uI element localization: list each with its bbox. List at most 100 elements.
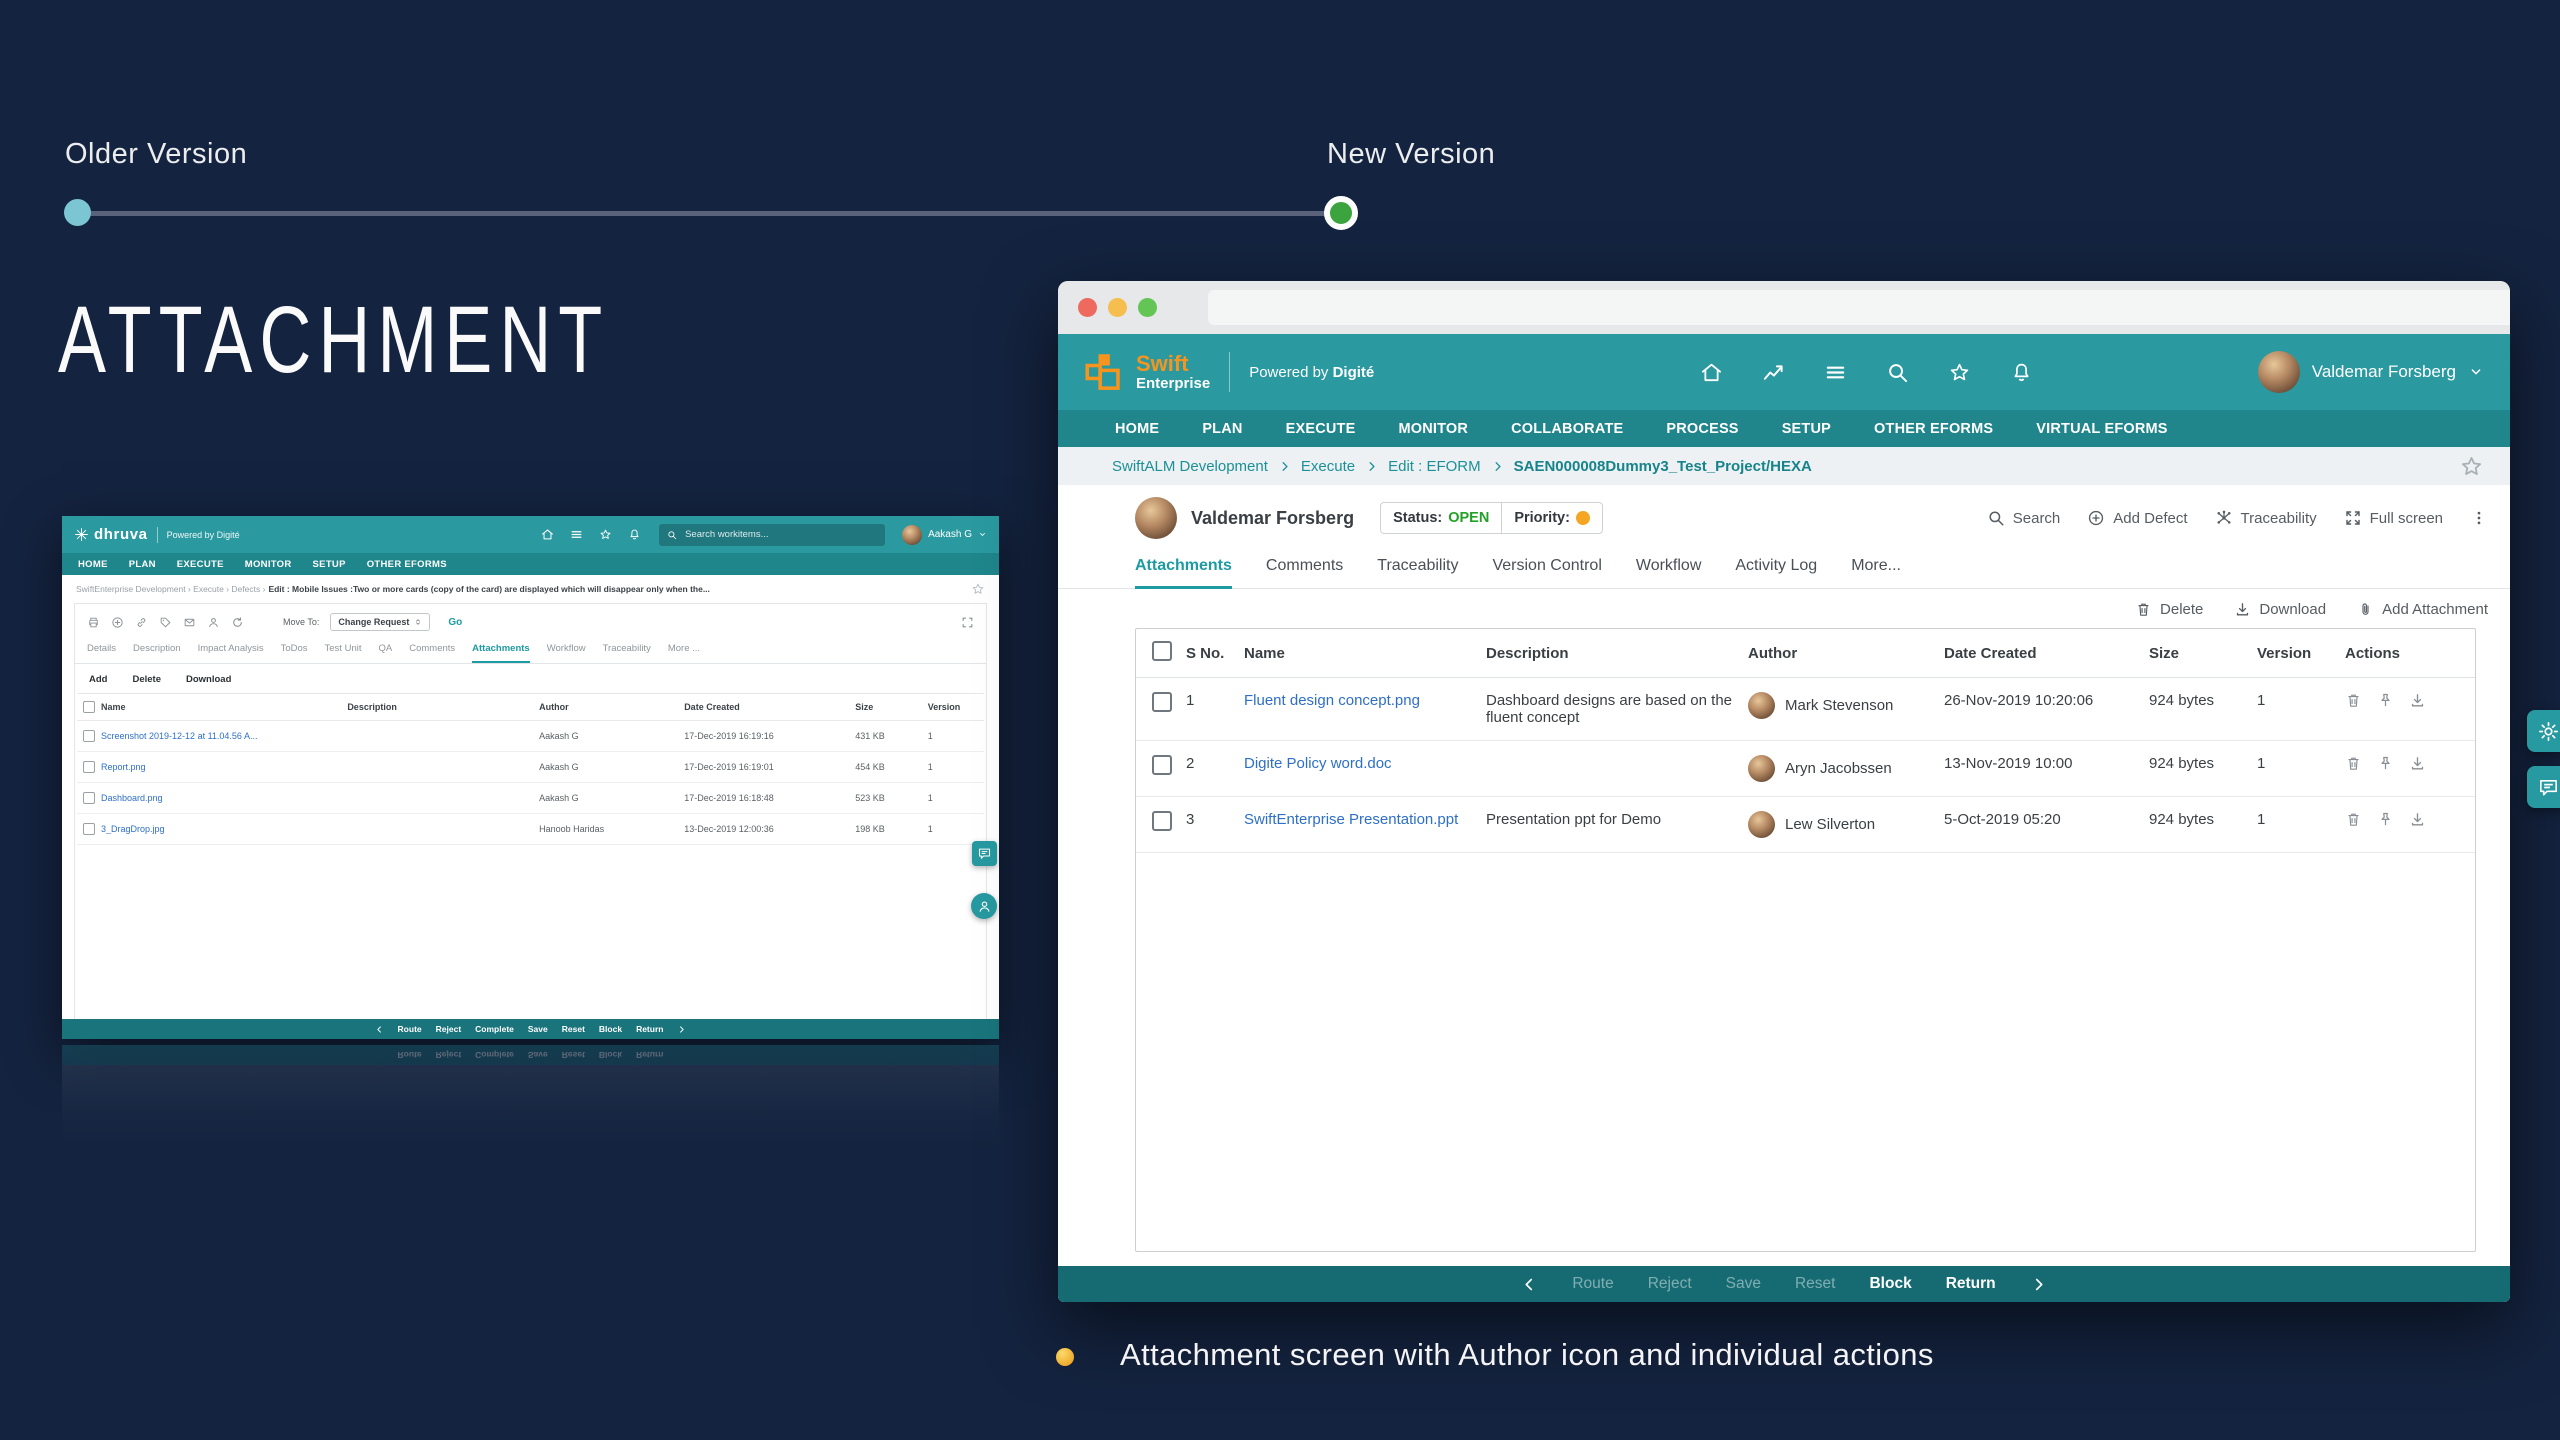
old-nav-execute[interactable]: EXECUTE (177, 559, 224, 570)
print-icon[interactable] (87, 616, 100, 629)
row-checkbox[interactable] (1152, 755, 1172, 775)
minimize-window-button[interactable] (1108, 298, 1127, 317)
tag-icon[interactable] (159, 616, 172, 629)
save-button[interactable]: Save (1726, 1275, 1761, 1293)
nav-other-eforms[interactable]: OTHER EFORMS (1874, 421, 1993, 437)
old-nav-monitor[interactable]: MONITOR (245, 559, 292, 570)
full-screen-button[interactable]: Full screen (2344, 509, 2443, 527)
download-button[interactable]: Download (2234, 601, 2326, 618)
go-button[interactable]: Go (448, 617, 462, 628)
row-checkbox[interactable] (83, 792, 95, 804)
nav-process[interactable]: PROCESS (1666, 421, 1738, 437)
chevron-left-icon[interactable] (1521, 1276, 1538, 1293)
feedback-chat-button[interactable] (972, 841, 997, 866)
delete-attachment-icon[interactable] (2345, 692, 2362, 709)
attachment-link[interactable]: 3_DragDrop.jpg (101, 824, 165, 834)
add-button[interactable]: Add (89, 674, 107, 685)
tab-activity-log[interactable]: Activity Log (1735, 557, 1817, 588)
home-icon[interactable] (541, 528, 554, 541)
nav-plan[interactable]: PLAN (1202, 421, 1242, 437)
old-nav-home[interactable]: HOME (78, 559, 108, 570)
menu-icon[interactable] (1824, 361, 1847, 384)
breadcrumb-execute[interactable]: Execute (1301, 458, 1355, 475)
pin-attachment-icon[interactable] (2377, 755, 2394, 772)
old-search-input[interactable] (683, 528, 877, 541)
old-nav-setup[interactable]: SETUP (313, 559, 346, 570)
reject-button[interactable]: Reject (1648, 1275, 1692, 1293)
select-all-checkbox[interactable] (83, 701, 95, 713)
delete-attachment-icon[interactable] (2345, 811, 2362, 828)
nav-monitor[interactable]: MONITOR (1398, 421, 1468, 437)
delete-button[interactable]: Delete (2135, 601, 2203, 618)
zoom-window-button[interactable] (1138, 298, 1157, 317)
row-checkbox[interactable] (83, 761, 95, 773)
complete-button[interactable]: Complete (475, 1024, 514, 1034)
delete-button[interactable]: Delete (132, 674, 161, 685)
nav-virtual-eforms[interactable]: VIRTUAL EFORMS (2036, 421, 2167, 437)
user-menu[interactable]: Valdemar Forsberg (2258, 351, 2484, 393)
star-icon[interactable] (599, 528, 612, 541)
tab-traceability[interactable]: Traceability (1377, 557, 1458, 588)
tab-version-control[interactable]: Version Control (1492, 557, 1601, 588)
reset-button[interactable]: Reset (1795, 1275, 1836, 1293)
maximize-icon[interactable] (961, 616, 974, 629)
old-user-menu[interactable]: Aakash G (902, 525, 987, 545)
reset-button[interactable]: Reset (562, 1024, 585, 1034)
download-attachment-icon[interactable] (2409, 692, 2426, 709)
row-checkbox[interactable] (1152, 811, 1172, 831)
move-to-select[interactable]: Change Request (330, 613, 430, 631)
old-tab-todos[interactable]: ToDos (281, 643, 308, 663)
attachment-link[interactable]: Report.png (101, 762, 146, 772)
row-checkbox[interactable] (83, 730, 95, 742)
breadcrumb-project[interactable]: SwiftALM Development (1112, 458, 1268, 475)
favorite-star-icon[interactable] (971, 582, 985, 596)
favorite-star-icon[interactable] (2459, 454, 2484, 479)
attachment-link[interactable]: Screenshot 2019-12-12 at 11.04.56 A... (101, 731, 257, 741)
pin-attachment-icon[interactable] (2377, 811, 2394, 828)
mail-icon[interactable] (183, 616, 196, 629)
add-attachment-button[interactable]: Add Attachment (2357, 601, 2488, 618)
old-breadcrumb-path[interactable]: SwiftEnterprise Development › Execute › … (76, 584, 265, 594)
block-button[interactable]: Block (1869, 1275, 1911, 1293)
old-tab-workflow[interactable]: Workflow (547, 643, 586, 663)
attachment-link[interactable]: SwiftEnterprise Presentation.ppt (1244, 811, 1458, 828)
return-button[interactable]: Return (636, 1024, 663, 1034)
display-settings-button[interactable] (2527, 710, 2560, 752)
tab-more[interactable]: More... (1851, 557, 1901, 588)
traceability-button[interactable]: Traceability (2215, 509, 2317, 527)
link-icon[interactable] (135, 616, 148, 629)
return-button[interactable]: Return (1946, 1275, 1996, 1293)
breadcrumb-edit-eform[interactable]: Edit : EFORM (1388, 458, 1481, 475)
menu-icon[interactable] (570, 528, 583, 541)
nav-setup[interactable]: SETUP (1782, 421, 1831, 437)
assistant-bot-button[interactable] (971, 893, 997, 919)
delete-attachment-icon[interactable] (2345, 755, 2362, 772)
home-icon[interactable] (1700, 361, 1723, 384)
comments-button[interactable] (2527, 766, 2560, 808)
old-tab-attachments[interactable]: Attachments (472, 643, 530, 663)
download-attachment-icon[interactable] (2409, 755, 2426, 772)
select-all-checkbox[interactable] (1152, 641, 1172, 661)
old-tab-more[interactable]: More ... (668, 643, 700, 663)
bell-icon[interactable] (628, 528, 641, 541)
add-icon[interactable] (111, 616, 124, 629)
old-tab-impact-analysis[interactable]: Impact Analysis (198, 643, 264, 663)
add-defect-button[interactable]: Add Defect (2087, 509, 2187, 527)
nav-execute[interactable]: EXECUTE (1286, 421, 1356, 437)
person-icon[interactable] (207, 616, 220, 629)
chevron-left-icon[interactable] (375, 1025, 384, 1034)
close-window-button[interactable] (1078, 298, 1097, 317)
old-tab-comments[interactable]: Comments (409, 643, 455, 663)
chevron-right-icon[interactable] (2030, 1276, 2047, 1293)
download-attachment-icon[interactable] (2409, 811, 2426, 828)
attachment-link[interactable]: Dashboard.png (101, 793, 163, 803)
search-icon[interactable] (1886, 361, 1909, 384)
tab-workflow[interactable]: Workflow (1636, 557, 1702, 588)
attachment-link[interactable]: Fluent design concept.png (1244, 692, 1420, 709)
download-button[interactable]: Download (186, 674, 231, 685)
pin-attachment-icon[interactable] (2377, 692, 2394, 709)
old-nav-other-eforms[interactable]: OTHER EFORMS (367, 559, 447, 570)
chevron-right-icon[interactable] (677, 1025, 686, 1034)
reports-chart-icon[interactable] (1762, 361, 1785, 384)
old-nav-plan[interactable]: PLAN (129, 559, 156, 570)
